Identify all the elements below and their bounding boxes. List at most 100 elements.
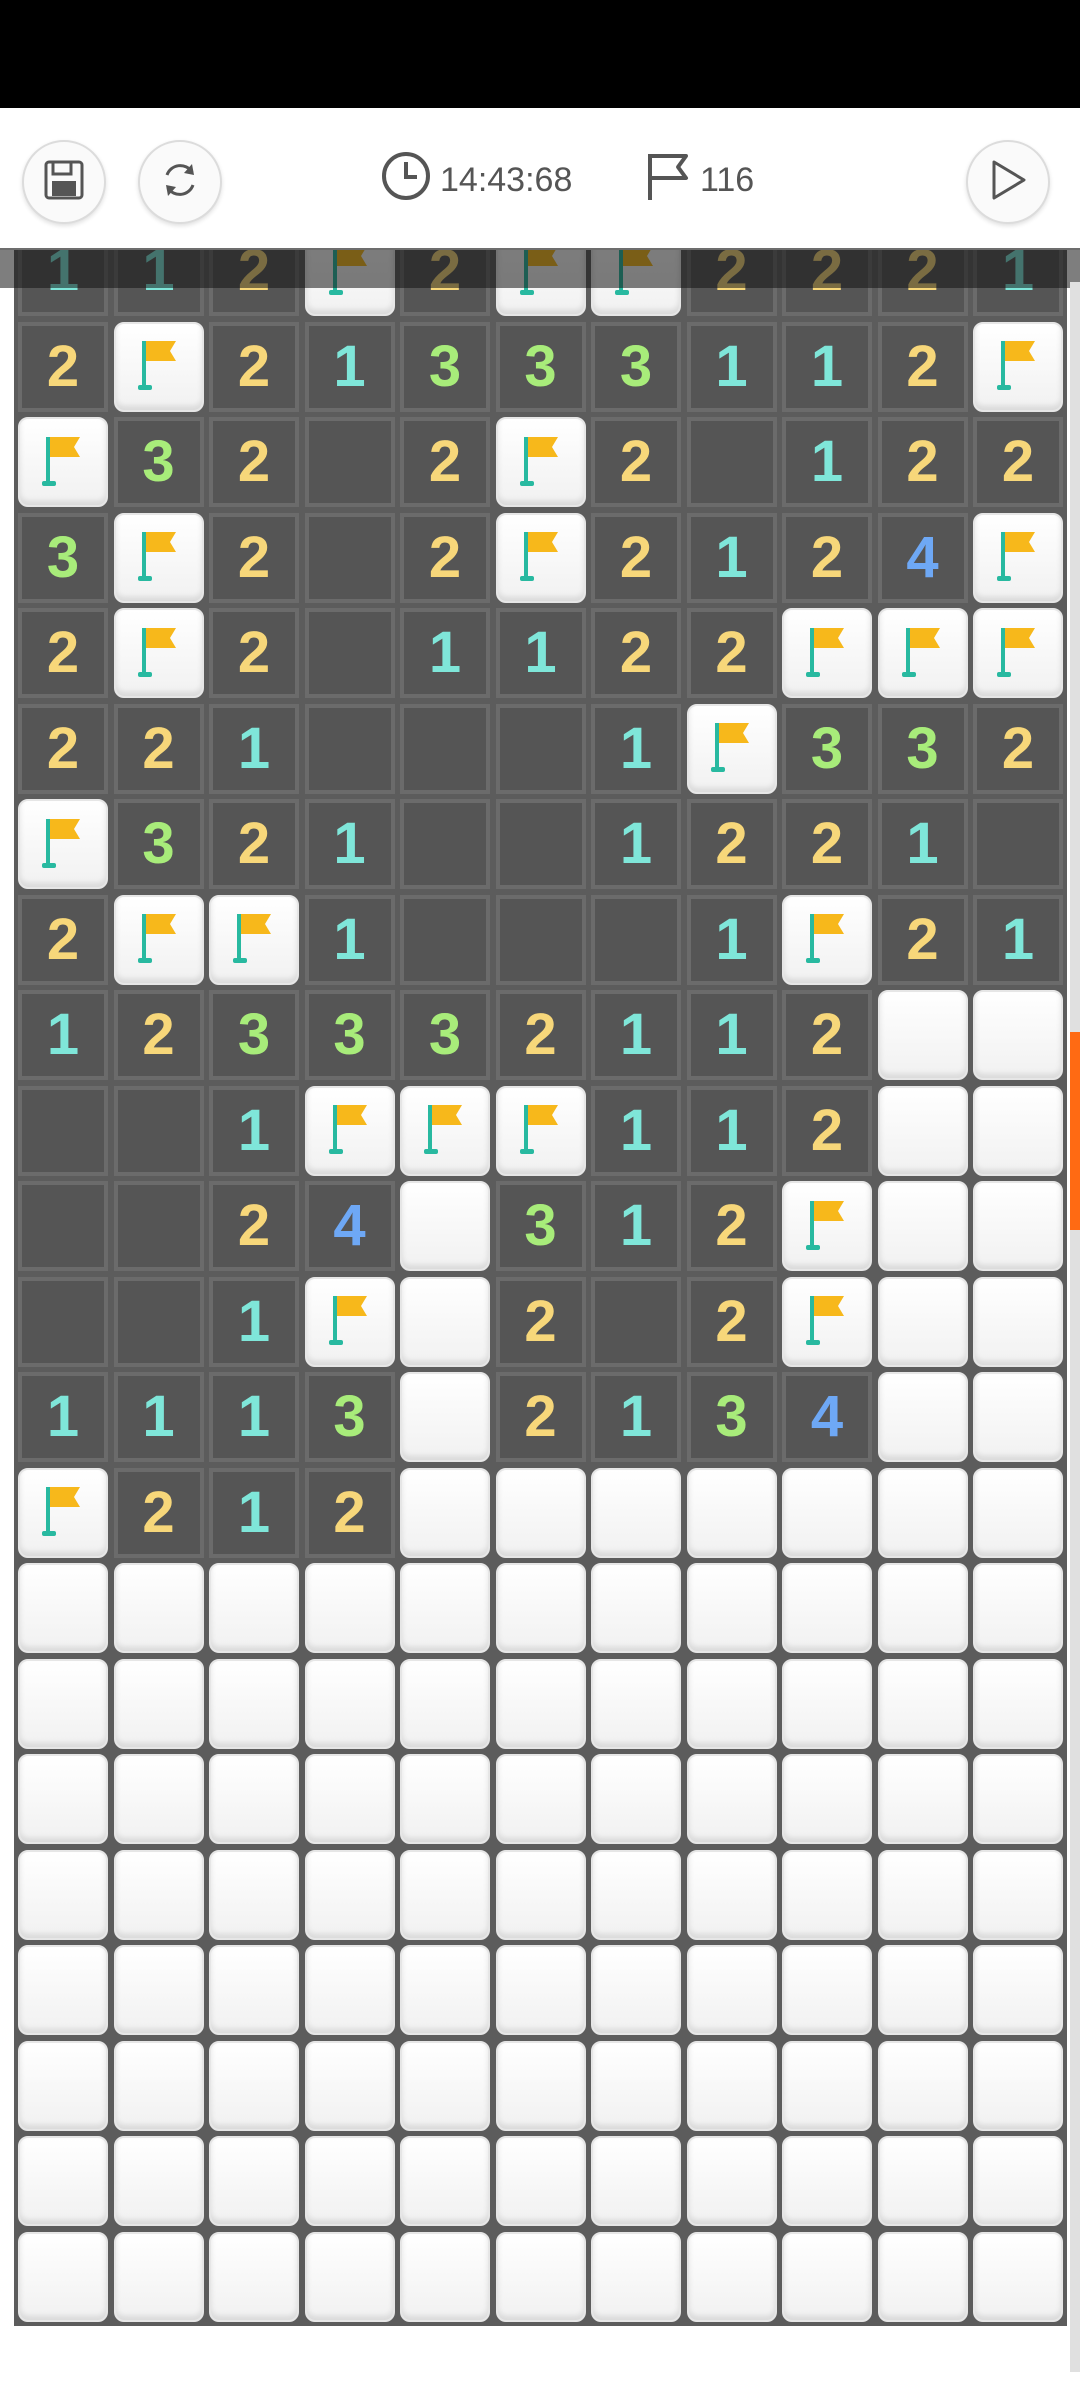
revealed-cell[interactable]: 1 — [209, 1467, 299, 1558]
covered-cell[interactable] — [782, 1849, 872, 1940]
covered-cell[interactable] — [209, 1849, 299, 1940]
covered-cell[interactable] — [304, 1849, 395, 1940]
revealed-cell[interactable]: 2 — [686, 250, 777, 316]
revealed-cell[interactable]: 3 — [304, 1372, 395, 1462]
covered-cell[interactable] — [304, 1563, 395, 1653]
covered-cell[interactable] — [18, 1563, 108, 1653]
covered-cell[interactable] — [304, 2136, 395, 2226]
revealed-cell[interactable]: 1 — [973, 894, 1063, 985]
covered-cell[interactable] — [400, 1945, 490, 2035]
covered-cell[interactable] — [400, 1181, 490, 1271]
revealed-cell[interactable]: 3 — [113, 417, 204, 507]
covered-cell[interactable] — [400, 1276, 490, 1367]
revealed-cell[interactable]: 2 — [18, 894, 108, 985]
covered-cell[interactable] — [686, 1467, 777, 1558]
covered-cell[interactable] — [18, 2040, 108, 2131]
revealed-cell[interactable]: 3 — [877, 703, 968, 794]
flagged-cell[interactable] — [782, 1276, 872, 1367]
covered-cell[interactable] — [209, 1945, 299, 2035]
covered-cell[interactable] — [400, 2040, 490, 2131]
covered-cell[interactable] — [877, 1372, 968, 1462]
flagged-cell[interactable] — [973, 608, 1063, 698]
covered-cell[interactable] — [591, 2040, 681, 2131]
covered-cell[interactable] — [209, 1754, 299, 1844]
revealed-cell[interactable]: 2 — [782, 1085, 872, 1176]
revealed-cell[interactable]: 2 — [209, 512, 299, 603]
revealed-cell[interactable]: 3 — [400, 321, 490, 412]
revealed-cell[interactable]: 1 — [304, 321, 395, 412]
revealed-cell[interactable]: 2 — [209, 250, 299, 316]
revealed-cell[interactable]: 1 — [591, 1181, 681, 1271]
covered-cell[interactable] — [686, 1563, 777, 1653]
covered-cell[interactable] — [782, 2040, 872, 2131]
covered-cell[interactable] — [686, 2231, 777, 2322]
covered-cell[interactable] — [400, 2231, 490, 2322]
covered-cell[interactable] — [877, 2040, 968, 2131]
revealed-cell[interactable]: 3 — [591, 321, 681, 412]
scrollbar[interactable] — [1070, 282, 1080, 2382]
covered-cell[interactable] — [877, 1849, 968, 1940]
revealed-cell[interactable]: 2 — [686, 799, 777, 889]
covered-cell[interactable] — [782, 1658, 872, 1749]
revealed-cell[interactable]: 1 — [18, 1372, 108, 1462]
covered-cell[interactable] — [877, 1467, 968, 1558]
revealed-empty-cell[interactable] — [113, 1276, 204, 1367]
flagged-cell[interactable] — [686, 703, 777, 794]
revealed-cell[interactable]: 1 — [209, 1372, 299, 1462]
covered-cell[interactable] — [973, 1085, 1063, 1176]
flagged-cell[interactable] — [877, 608, 968, 698]
revealed-cell[interactable]: 4 — [304, 1181, 395, 1271]
covered-cell[interactable] — [591, 1849, 681, 1940]
covered-cell[interactable] — [304, 2231, 395, 2322]
revealed-cell[interactable]: 1 — [113, 1372, 204, 1462]
covered-cell[interactable] — [400, 1563, 490, 1653]
revealed-empty-cell[interactable] — [400, 799, 490, 889]
covered-cell[interactable] — [18, 2231, 108, 2322]
covered-cell[interactable] — [973, 990, 1063, 1080]
covered-cell[interactable] — [782, 2231, 872, 2322]
covered-cell[interactable] — [973, 1754, 1063, 1844]
flagged-cell[interactable] — [113, 894, 204, 985]
covered-cell[interactable] — [18, 1945, 108, 2035]
minesweeper-board[interactable]: 1122222122133311232221223222124221122221… — [14, 250, 1067, 2326]
covered-cell[interactable] — [782, 1563, 872, 1653]
covered-cell[interactable] — [973, 1563, 1063, 1653]
covered-cell[interactable] — [209, 1563, 299, 1653]
covered-cell[interactable] — [973, 2231, 1063, 2322]
revealed-cell[interactable]: 1 — [686, 321, 777, 412]
covered-cell[interactable] — [495, 1658, 586, 1749]
covered-cell[interactable] — [973, 1181, 1063, 1271]
covered-cell[interactable] — [400, 1658, 490, 1749]
game-board-viewport[interactable]: 1122222122133311232221223222124221122221… — [0, 250, 1080, 2400]
covered-cell[interactable] — [877, 1181, 968, 1271]
revealed-cell[interactable]: 1 — [591, 799, 681, 889]
flagged-cell[interactable] — [304, 250, 395, 316]
revealed-cell[interactable]: 2 — [495, 1276, 586, 1367]
revealed-cell[interactable]: 1 — [686, 990, 777, 1080]
revealed-cell[interactable]: 2 — [973, 417, 1063, 507]
flagged-cell[interactable] — [113, 512, 204, 603]
covered-cell[interactable] — [209, 1658, 299, 1749]
covered-cell[interactable] — [591, 1754, 681, 1844]
revealed-cell[interactable]: 1 — [304, 799, 395, 889]
covered-cell[interactable] — [877, 1945, 968, 2035]
covered-cell[interactable] — [877, 1754, 968, 1844]
covered-cell[interactable] — [495, 2040, 586, 2131]
covered-cell[interactable] — [18, 2136, 108, 2226]
flagged-cell[interactable] — [973, 321, 1063, 412]
covered-cell[interactable] — [973, 1945, 1063, 2035]
flagged-cell[interactable] — [495, 1085, 586, 1176]
covered-cell[interactable] — [113, 1563, 204, 1653]
revealed-empty-cell[interactable] — [973, 799, 1063, 889]
covered-cell[interactable] — [400, 1849, 490, 1940]
revealed-cell[interactable]: 1 — [686, 894, 777, 985]
revealed-cell[interactable]: 2 — [782, 990, 872, 1080]
play-button[interactable] — [966, 140, 1050, 224]
revealed-cell[interactable]: 1 — [782, 417, 872, 507]
covered-cell[interactable] — [782, 2136, 872, 2226]
covered-cell[interactable] — [304, 1754, 395, 1844]
covered-cell[interactable] — [495, 1467, 586, 1558]
covered-cell[interactable] — [973, 2136, 1063, 2226]
covered-cell[interactable] — [973, 1849, 1063, 1940]
revealed-cell[interactable]: 2 — [113, 1467, 204, 1558]
